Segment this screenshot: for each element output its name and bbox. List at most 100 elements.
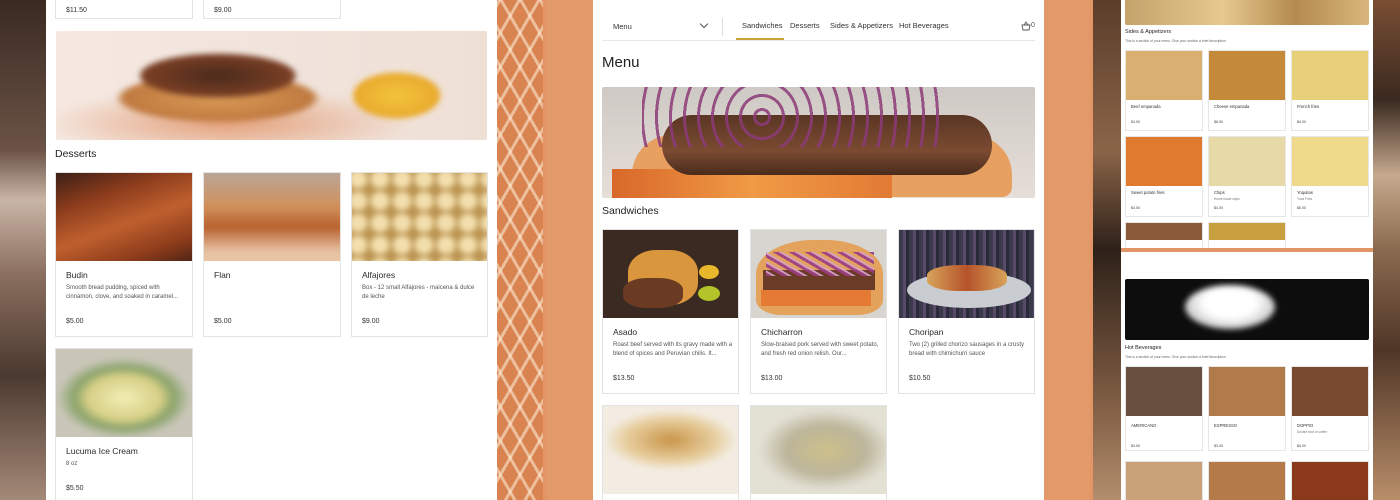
product-image bbox=[751, 230, 886, 318]
product-name: French fries bbox=[1297, 104, 1320, 109]
product-description: Roast beef served with its gravy made wi… bbox=[613, 342, 733, 358]
product-image bbox=[751, 406, 886, 494]
menu-select-value: Menu bbox=[613, 22, 632, 31]
product-name: Chicharron bbox=[761, 327, 803, 337]
product-name: Choripan bbox=[909, 327, 944, 337]
product-price: $4.50 bbox=[1131, 206, 1140, 210]
product-card[interactable]: Asado Roast beef served with its gravy m… bbox=[602, 229, 739, 394]
cart-button[interactable]: 0 bbox=[1021, 20, 1041, 32]
product-price: $3.50 bbox=[1131, 444, 1140, 448]
product-card[interactable]: Chips Home made chips $4.00 bbox=[1208, 136, 1286, 217]
product-image bbox=[603, 230, 738, 318]
section-subtitle: This is a section of your menu. Give you… bbox=[1125, 39, 1226, 43]
product-image bbox=[1126, 51, 1202, 100]
product-name: Cheese empanada bbox=[1214, 104, 1250, 109]
tab-hot-beverages[interactable]: Hot Beverages bbox=[899, 21, 949, 30]
product-card[interactable]: Yoquitas Yuca Fries $5.00 bbox=[1291, 136, 1369, 217]
product-card[interactable] bbox=[602, 405, 739, 500]
product-card[interactable]: $9.00 bbox=[203, 0, 341, 19]
product-image bbox=[352, 173, 487, 261]
product-image bbox=[1209, 462, 1285, 500]
product-image bbox=[56, 349, 192, 437]
product-image bbox=[1126, 367, 1202, 416]
product-card[interactable]: Cheese empanada $6.50 bbox=[1208, 50, 1286, 131]
product-price: $4.00 bbox=[1297, 120, 1306, 124]
right-menu-panel-bottom: Hot Beverages This is a section of your … bbox=[1121, 252, 1373, 500]
center-menu-panel: Menu Sandwiches Desserts Sides & Appetiz… bbox=[593, 0, 1044, 500]
product-image bbox=[1126, 462, 1202, 500]
product-price: $5.00 bbox=[66, 318, 84, 325]
product-price: $3.00 bbox=[1214, 444, 1223, 448]
product-image bbox=[1292, 51, 1368, 100]
left-menu-panel: $11.50 $9.00 Desserts Budin Smooth bread… bbox=[46, 0, 497, 500]
product-name: Chips bbox=[1214, 190, 1225, 195]
cart-icon bbox=[1021, 21, 1031, 31]
product-card[interactable]: Budin Smooth bread pudding, spiced with … bbox=[55, 172, 193, 337]
product-card[interactable] bbox=[1208, 461, 1286, 500]
product-price: $5.00 bbox=[214, 318, 232, 325]
tab-sides-appetizers[interactable]: Sides & Appetizers bbox=[830, 21, 893, 30]
product-card[interactable]: $11.00 bbox=[1208, 222, 1286, 248]
bg-peach-center bbox=[547, 0, 593, 500]
bg-photo-right-edge bbox=[1093, 0, 1121, 500]
product-price: $13.00 bbox=[761, 375, 783, 382]
product-card[interactable]: Chicharron Slow-braised pork served with… bbox=[750, 229, 887, 394]
tab-desserts[interactable]: Desserts bbox=[790, 21, 820, 30]
product-price: $9.00 bbox=[362, 318, 380, 325]
product-name: AMERICANO bbox=[1131, 423, 1157, 428]
product-card[interactable]: DOPPIO Double shot of coffee $4.00 bbox=[1291, 366, 1369, 451]
product-name: DOPPIO bbox=[1297, 423, 1314, 428]
product-image bbox=[1292, 367, 1368, 416]
product-price: $10.50 bbox=[909, 375, 931, 382]
desserts-banner-image bbox=[56, 31, 487, 140]
product-image bbox=[1126, 137, 1202, 186]
chevron-down-icon bbox=[699, 19, 709, 29]
product-price: $5.00 bbox=[1297, 206, 1306, 210]
coffee-banner-image bbox=[1125, 279, 1369, 340]
product-price: $4.00 bbox=[1214, 206, 1223, 210]
product-card[interactable] bbox=[750, 405, 887, 500]
product-description: Box - 12 small Alfajores - maicena & dul… bbox=[362, 285, 475, 301]
product-card[interactable]: Sweet potato fries $4.50 bbox=[1125, 136, 1203, 217]
tab-sandwiches[interactable]: Sandwiches bbox=[742, 21, 782, 30]
product-image bbox=[56, 173, 192, 261]
product-price: $9.00 bbox=[214, 7, 232, 14]
product-description: Slow-braised pork served with sweet pota… bbox=[761, 342, 879, 358]
product-card[interactable] bbox=[1125, 461, 1203, 500]
product-price: $13.50 bbox=[613, 375, 635, 382]
product-image bbox=[1126, 223, 1202, 240]
product-name: Yoquitas bbox=[1297, 190, 1313, 195]
bg-photo-left bbox=[0, 0, 46, 500]
product-price: $11.50 bbox=[66, 7, 87, 14]
product-image bbox=[1292, 137, 1368, 186]
product-description: Double shot of coffee bbox=[1297, 430, 1328, 434]
right-menu-panel-top: Sides & Appetizers This is a section of … bbox=[1121, 0, 1373, 248]
product-card[interactable]: $10.00 bbox=[1125, 222, 1203, 248]
product-image bbox=[603, 406, 738, 494]
product-card[interactable]: AMERICANO $3.50 bbox=[1125, 366, 1203, 451]
product-card[interactable]: Flan $5.00 bbox=[203, 172, 341, 337]
bg-peach-right bbox=[1044, 0, 1090, 500]
section-title: Sandwiches bbox=[602, 205, 659, 217]
bg-photo-right bbox=[1373, 0, 1400, 500]
product-card[interactable]: Choripan Two (2) grilled chorizo sausage… bbox=[898, 229, 1035, 394]
product-card[interactable]: ESPRESSO $3.00 bbox=[1208, 366, 1286, 451]
product-card[interactable] bbox=[1291, 461, 1369, 500]
product-name: Budin bbox=[66, 270, 88, 280]
section-subtitle: This is a section of your menu. Give you… bbox=[1125, 355, 1226, 359]
product-card[interactable]: French fries $4.00 bbox=[1291, 50, 1369, 131]
product-image bbox=[899, 230, 1034, 318]
product-description: 8 oz bbox=[66, 461, 78, 467]
product-card[interactable]: $11.50 bbox=[55, 0, 193, 19]
product-price: $5.50 bbox=[66, 485, 84, 492]
cart-count: 0 bbox=[1031, 22, 1035, 29]
menu-select[interactable]: Menu bbox=[613, 18, 713, 34]
bg-pattern-left bbox=[497, 0, 543, 500]
product-card[interactable]: Lucuma Ice Cream 8 oz $5.50 bbox=[55, 348, 193, 500]
product-name: Beef empanada bbox=[1131, 104, 1161, 109]
product-card[interactable]: Alfajores Box - 12 small Alfajores - mai… bbox=[351, 172, 488, 337]
product-card[interactable]: Beef empanada $4.50 bbox=[1125, 50, 1203, 131]
section-title: Desserts bbox=[55, 148, 97, 160]
product-description: Two (2) grilled chorizo sausages in a cr… bbox=[909, 342, 1025, 358]
section-title: Hot Beverages bbox=[1125, 345, 1162, 351]
